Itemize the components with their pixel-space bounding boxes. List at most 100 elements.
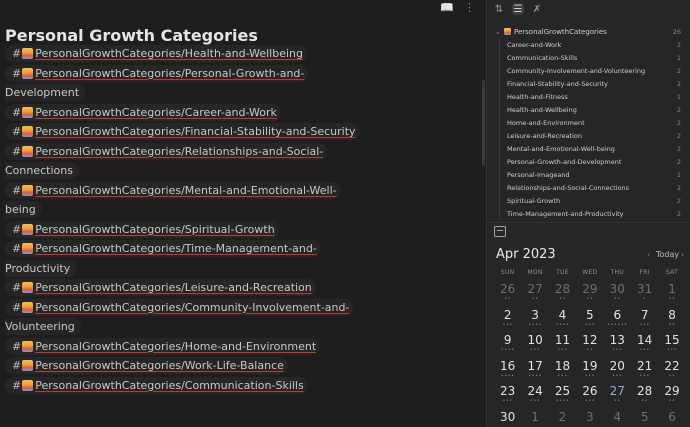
tag-pill[interactable]: # PersonalGrowthCategories/Financial-Stab… [5, 123, 360, 141]
calendar-day[interactable]: 18 ••• [549, 356, 576, 382]
tag-link[interactable]: PersonalGrowthCategories/Health-and-Well… [35, 47, 303, 60]
tag-pill[interactable]: Volunteering [5, 318, 81, 336]
calendar-day[interactable]: 3 [576, 407, 603, 427]
calendar-day[interactable]: 16 •••• [494, 356, 521, 382]
chevron-down-icon[interactable]: ⌄ [495, 28, 504, 36]
sort-icon[interactable]: ⇅ [493, 3, 505, 15]
tree-item[interactable]: Financial-Stability-and-Security 2 [487, 77, 690, 90]
calendar-day[interactable]: 1 •• [658, 279, 685, 305]
calendar-day[interactable]: 26 •• [494, 279, 521, 305]
tag-pill[interactable]: Productivity [5, 259, 77, 277]
tag-pill[interactable]: # PersonalGrowthCategories/Career-and-Wor… [5, 103, 281, 121]
tag-pill[interactable]: # PersonalGrowthCategories/Health-and-Wel… [5, 45, 307, 63]
tree-item[interactable]: Mental-and-Emotional-Well-being 2 [487, 142, 690, 155]
tag-pill[interactable]: # PersonalGrowthCategories/Personal-Growt… [5, 64, 309, 82]
tag-link[interactable]: PersonalGrowthCategories/Spiritual-Growt… [35, 223, 274, 236]
calendar-day[interactable]: 23 ••• [494, 381, 521, 407]
collapse-icon[interactable]: ✗ [531, 3, 543, 15]
tag-link[interactable]: PersonalGrowthCategories/Leisure-and-Rec… [35, 281, 312, 294]
calendar-day[interactable]: 25 •••• [549, 381, 576, 407]
editor-scrollbar[interactable] [482, 80, 485, 166]
tree-item[interactable]: Career-and-Work 2 [487, 38, 690, 51]
calendar-day[interactable]: 8 •• [658, 305, 685, 331]
calendar-day-today[interactable]: 27 •• [604, 381, 631, 407]
calendar-day[interactable]: 30 [494, 407, 521, 427]
tag-link[interactable]: PersonalGrowthCategories/Relationships-a… [35, 145, 323, 158]
calendar-day[interactable]: 2 [549, 407, 576, 427]
tag-link[interactable]: PersonalGrowthCategories/Communication-S… [35, 379, 304, 392]
tag-link[interactable]: PersonalGrowthCategories/Personal-Growth… [35, 67, 304, 80]
tag-pill[interactable]: # PersonalGrowthCategories/Communication-… [5, 376, 308, 394]
calendar-day[interactable]: 19 ••• [576, 356, 603, 382]
tree-item[interactable]: Communication-Skills 1 [487, 51, 690, 64]
calendar-day[interactable]: 26 ••• [576, 381, 603, 407]
calendar-day[interactable]: 29 •• [658, 381, 685, 407]
calendar-icon[interactable] [494, 226, 506, 237]
calendar-day[interactable]: 7 ••• [631, 305, 658, 331]
calendar-day[interactable]: 5 ••• [576, 305, 603, 331]
tree-item[interactable]: Spiritual-Growth 2 [487, 194, 690, 207]
tag-link[interactable]: PersonalGrowthCategories/Community-Invol… [35, 301, 349, 314]
tree-item[interactable]: Community-Involvement-and-Volunteering 2 [487, 64, 690, 77]
calendar-day[interactable]: 6 [658, 407, 685, 427]
chevron-left-icon[interactable]: ‹ [647, 250, 650, 259]
tree-item[interactable]: Health-and-Wellbeing 2 [487, 103, 690, 116]
tree-item[interactable]: Relationships-and-Social-Connections 2 [487, 181, 690, 194]
tag-link[interactable]: PersonalGrowthCategories/Time-Management… [35, 242, 317, 255]
tree-item[interactable]: Leisure-and-Recreation 2 [487, 129, 690, 142]
tag-tree-icon[interactable]: ☰ [512, 3, 524, 15]
calendar-day[interactable]: 9 •••• [494, 330, 521, 356]
tree-item[interactable]: Personal-Growth-and-Development 2 [487, 155, 690, 168]
calendar-day[interactable]: 27 •• [521, 279, 548, 305]
more-options-icon[interactable]: ⋮ [464, 2, 475, 13]
calendar-day[interactable]: 28 •• [549, 279, 576, 305]
tag-pill[interactable]: Connections [5, 162, 79, 180]
calendar-day[interactable]: 21 ••• [631, 356, 658, 382]
calendar-day[interactable]: 15 ••• [658, 330, 685, 356]
calendar-day[interactable]: 17 •••• [521, 356, 548, 382]
tag-link[interactable]: PersonalGrowthCategories/Work-Life-Balan… [35, 359, 284, 372]
calendar-day[interactable]: 10 ••• [521, 330, 548, 356]
calendar-day[interactable]: 22 •• [658, 356, 685, 382]
tree-root-item[interactable]: ⌄ PersonalGrowthCategories 26 [487, 25, 690, 38]
tag-pill[interactable]: Development [5, 84, 86, 102]
calendar-day[interactable]: 31 • [631, 279, 658, 305]
calendar-day[interactable]: 1 [521, 407, 548, 427]
tag-link-continuation[interactable]: Volunteering [5, 320, 75, 333]
tag-link[interactable]: PersonalGrowthCategories/Mental-and-Emot… [35, 184, 336, 197]
tag-link[interactable]: PersonalGrowthCategories/Home-and-Enviro… [35, 340, 316, 353]
tag-pill[interactable]: # PersonalGrowthCategories/Home-and-Envir… [5, 337, 321, 355]
calendar-day[interactable]: 4 •••• [549, 305, 576, 331]
calendar-day[interactable]: 29 •• [576, 279, 603, 305]
chevron-right-icon[interactable]: › [681, 250, 684, 259]
tag-link[interactable]: PersonalGrowthCategories/Financial-Stabi… [35, 125, 355, 138]
calendar-day[interactable]: 11 ••• [549, 330, 576, 356]
tag-link-continuation[interactable]: Productivity [5, 262, 70, 275]
calendar-day[interactable]: 14 ••• [631, 330, 658, 356]
tag-pill[interactable]: # PersonalGrowthCategories/Mental-and-Emo… [5, 181, 341, 199]
today-button[interactable]: Today [656, 250, 679, 259]
calendar-day[interactable]: 2 ••• [494, 305, 521, 331]
tag-link-continuation[interactable]: Connections [5, 164, 73, 177]
tree-item[interactable]: Home-and-Environment 2 [487, 116, 690, 129]
tree-item[interactable]: Personal-Imageand 1 [487, 168, 690, 181]
calendar-day[interactable]: 28 •• [631, 381, 658, 407]
tree-item[interactable]: Health-and-Fitness 1 [487, 90, 690, 103]
calendar-day[interactable]: 5 [631, 407, 658, 427]
calendar-day[interactable]: 3 •••• [521, 305, 548, 331]
tag-pill[interactable]: # PersonalGrowthCategories/Relationships-… [5, 142, 328, 160]
calendar-day[interactable]: 24 ••• [521, 381, 548, 407]
tag-link-continuation[interactable]: being [5, 203, 36, 216]
tag-pill[interactable]: # PersonalGrowthCategories/Spiritual-Grow… [5, 220, 279, 238]
tag-pill[interactable]: # PersonalGrowthCategories/Time-Managemen… [5, 240, 321, 258]
calendar-day[interactable]: 13 ••• [604, 330, 631, 356]
calendar-day[interactable]: 30 •• [604, 279, 631, 305]
calendar-day[interactable]: 20 ••• [604, 356, 631, 382]
tag-link[interactable]: PersonalGrowthCategories/Career-and-Work [35, 106, 277, 119]
book-icon[interactable]: 📖 [440, 2, 454, 13]
calendar-day[interactable]: 12 •• [576, 330, 603, 356]
calendar-day[interactable]: 6 •••••• [604, 305, 631, 331]
tag-link-continuation[interactable]: Development [5, 86, 79, 99]
tag-pill[interactable]: # PersonalGrowthCategories/Leisure-and-Re… [5, 279, 316, 297]
tag-pill[interactable]: being [5, 201, 42, 219]
